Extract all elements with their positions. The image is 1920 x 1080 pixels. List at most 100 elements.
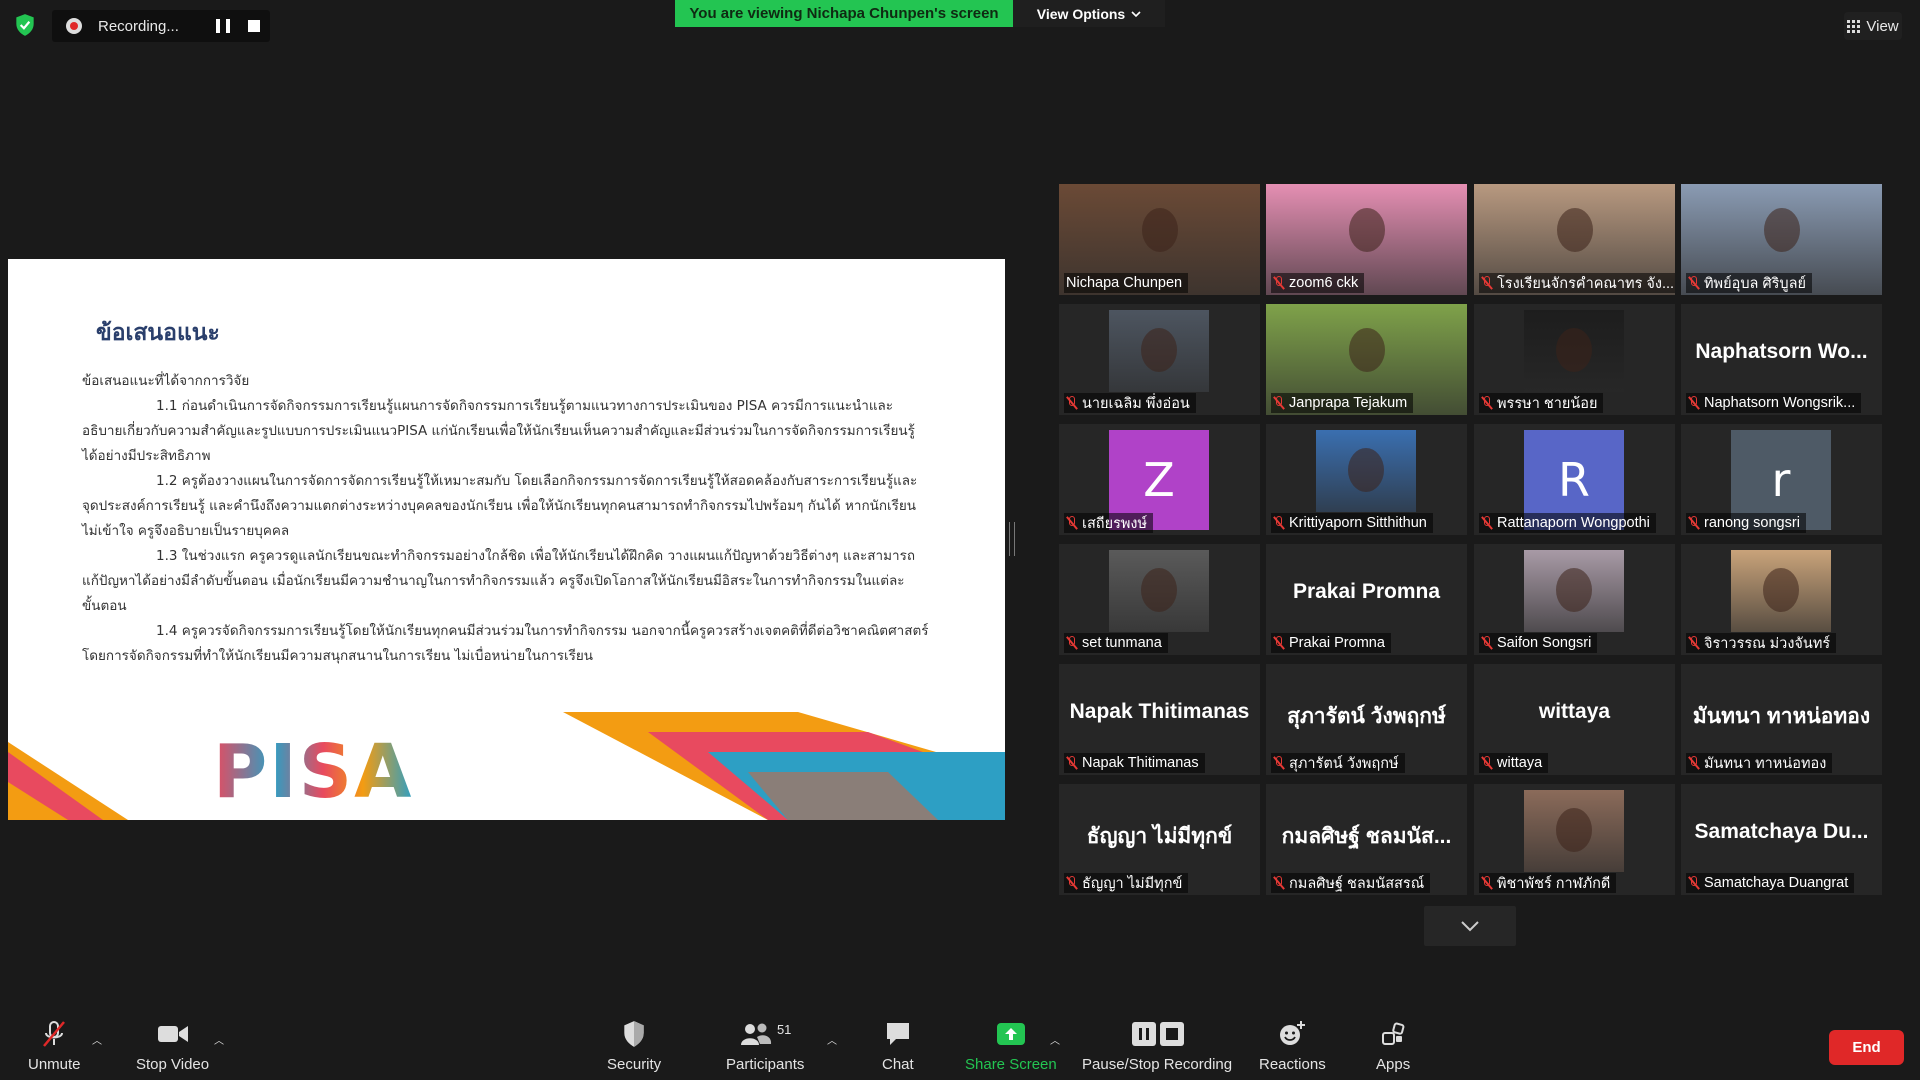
audio-options-caret-icon[interactable]: ︿ — [92, 1032, 102, 1047]
gallery-next-page-button[interactable] — [1424, 906, 1516, 946]
muted-mic-icon — [1481, 756, 1493, 770]
participant-name-label: Krittiyaporn Sitthithun — [1289, 515, 1427, 531]
participants-button[interactable]: 51 Participants — [726, 1018, 804, 1074]
participant-tile[interactable]: set tunmana — [1059, 544, 1260, 655]
encryption-shield-icon[interactable] — [12, 12, 38, 38]
share-options-caret-icon[interactable]: ︿ — [1050, 1032, 1060, 1047]
participant-display-name: สุภารัตน์ วังพฤกษ์ — [1287, 705, 1446, 728]
participant-name-tag: Janprapa Tejakum — [1271, 393, 1414, 413]
view-options-button[interactable]: View Options — [1013, 0, 1165, 27]
apps-button[interactable]: Apps — [1376, 1018, 1410, 1073]
muted-mic-icon — [1481, 396, 1493, 410]
participant-video — [1524, 310, 1624, 392]
participant-count: 51 — [776, 1021, 792, 1037]
meeting-toolbar: Unmute ︿ Stop Video ︿ Security 51 Partic… — [0, 1010, 1920, 1080]
smiley-reaction-icon — [1278, 1018, 1306, 1050]
slide-paragraph: ได้อย่างมีประสิทธิภาพ — [82, 448, 211, 464]
participant-face-placeholder — [1348, 448, 1384, 493]
pause-recording-icon[interactable] — [216, 19, 230, 33]
participant-tile[interactable]: Krittiyaporn Sitthithun — [1266, 424, 1467, 535]
participant-tile[interactable]: มันทนา ทาหน่อทอง มันทนา ทาหน่อทอง — [1681, 664, 1882, 775]
participants-options-caret-icon[interactable]: ︿ — [827, 1032, 837, 1047]
participant-face-placeholder — [1556, 208, 1593, 253]
participant-tile[interactable]: zoom6 ckk — [1266, 184, 1467, 295]
participant-name-tag: Naphatsorn Wongsrik... — [1686, 393, 1862, 413]
participant-name-tag: wittaya — [1479, 753, 1549, 773]
reactions-button[interactable]: Reactions — [1259, 1018, 1326, 1073]
participant-tile[interactable]: กมลศิษฐ์ ชลมนัส... กมลศิษฐ์ ชลมนัสสรณ์ — [1266, 784, 1467, 895]
participant-tile[interactable]: ธัญญา ไม่มีทุกข์ ธัญญา ไม่มีทุกข์ — [1059, 784, 1260, 895]
slide-paragraph: โดยการจัดกิจกรรมที่ทำให้นักเรียนมีความสน… — [82, 648, 594, 664]
participant-name-tag: ranong songsri — [1686, 513, 1806, 533]
participant-name-label: Samatchaya Duangrat — [1704, 875, 1849, 891]
participant-tile[interactable]: r ranong songsri — [1681, 424, 1882, 535]
grid-view-icon — [1847, 19, 1861, 33]
participant-name-label: นายเฉลิม พึ่งอ่อน — [1082, 395, 1190, 412]
participant-name-label: ทิพย์อุบล ศิริบูลย์ — [1704, 275, 1807, 292]
video-camera-icon — [156, 1018, 190, 1050]
security-button[interactable]: Security — [607, 1018, 661, 1073]
security-label: Security — [607, 1056, 662, 1073]
participant-tile[interactable]: Janprapa Tejakum — [1266, 304, 1467, 415]
participant-tile[interactable]: Saifon Songsri — [1474, 544, 1675, 655]
participant-tile[interactable]: พรรษา ชายน้อย — [1474, 304, 1675, 415]
reactions-label: Reactions — [1259, 1056, 1326, 1073]
view-layout-button[interactable]: View — [1844, 12, 1902, 40]
recording-indicator: Recording... — [52, 10, 270, 42]
participant-tile[interactable]: Nichapa Chunpen — [1059, 184, 1260, 295]
participant-tile[interactable]: ทิพย์อุบล ศิริบูลย์ — [1681, 184, 1882, 295]
participant-display-name: มันทนา ทาหน่อทอง — [1692, 705, 1871, 728]
participant-tile[interactable]: Napak Thitimanas Napak Thitimanas — [1059, 664, 1260, 775]
pause-stop-recording-button[interactable]: Pause/Stop Recording — [1082, 1018, 1232, 1073]
apps-label: Apps — [1376, 1056, 1411, 1073]
pause-stop-recording-icon — [1127, 1018, 1187, 1050]
participant-name-tag: Prakai Promna — [1271, 633, 1391, 653]
participant-tile[interactable]: จิราวรรณ ม่วงจันทร์ — [1681, 544, 1882, 655]
participant-name-label: Rattanaporn Wongpothi — [1497, 515, 1650, 531]
participant-face-placeholder — [1141, 568, 1177, 613]
participant-name-label: ธัญญา ไม่มีทุกข์ — [1082, 875, 1183, 892]
participant-tile[interactable]: นายเฉลิม พึ่งอ่อน — [1059, 304, 1260, 415]
panel-resize-handle[interactable] — [1009, 522, 1015, 556]
unmute-button[interactable]: Unmute — [28, 1018, 81, 1073]
muted-mic-icon — [1481, 516, 1493, 530]
participant-display-name: Naphatsorn Wo... — [1695, 340, 1868, 363]
end-meeting-button[interactable]: End — [1829, 1030, 1904, 1065]
video-options-caret-icon[interactable]: ︿ — [214, 1032, 224, 1047]
participant-name-tag: กมลศิษฐ์ ชลมนัสสรณ์ — [1271, 873, 1431, 893]
participant-name-label: Nichapa Chunpen — [1066, 275, 1183, 291]
participant-name-tag: Napak Thitimanas — [1064, 753, 1205, 773]
participant-face-placeholder — [1141, 328, 1177, 373]
slide-paragraph: 1.1 ก่อนดำเนินการจัดกิจกรรมการเรียนรู้แผ… — [156, 398, 894, 414]
slide-body: ข้อเสนอแนะที่ได้จากการวิจัย 1.1 ก่อนดำเน… — [82, 369, 952, 669]
participant-tile[interactable]: R Rattanaporn Wongpothi — [1474, 424, 1675, 535]
pisa-logo-text: PISA — [213, 729, 414, 815]
chat-button[interactable]: Chat — [882, 1018, 914, 1073]
stop-recording-icon[interactable] — [248, 20, 260, 32]
participant-tile[interactable]: Prakai Promna Prakai Promna — [1266, 544, 1467, 655]
participant-tile[interactable]: โรงเรียนจักรคำคณาทร จัง... — [1474, 184, 1675, 295]
stop-video-button[interactable]: Stop Video — [136, 1018, 209, 1073]
viewing-screen-banner: You are viewing Nichapa Chunpen's screen — [675, 0, 1013, 27]
participant-tile[interactable]: พิชาพัชร์ กาฬภักดี — [1474, 784, 1675, 895]
participant-name-tag: set tunmana — [1064, 633, 1168, 653]
participant-display-name: wittaya — [1538, 700, 1611, 723]
muted-mic-icon — [1273, 636, 1285, 650]
participant-tile[interactable]: Samatchaya Du... Samatchaya Duangrat — [1681, 784, 1882, 895]
chat-label: Chat — [882, 1056, 914, 1073]
participant-tile[interactable]: wittaya wittaya — [1474, 664, 1675, 775]
participant-tile[interactable]: Z เสถียรพงษ์ — [1059, 424, 1260, 535]
participant-tile[interactable]: Naphatsorn Wo... Naphatsorn Wongsrik... — [1681, 304, 1882, 415]
slide-paragraph: 1.4 ครูควรจัดกิจกรรมการเรียนรู้โดยให้นัก… — [156, 623, 929, 639]
slide-paragraph: ขั้นตอน — [82, 598, 127, 614]
unmute-label: Unmute — [28, 1056, 81, 1073]
share-screen-button[interactable]: Share Screen — [965, 1018, 1057, 1073]
participant-video — [1524, 790, 1624, 872]
muted-mic-icon — [1066, 636, 1078, 650]
slide-paragraph: 1.3 ในช่วงแรก ครูควรดูแลนักเรียนขณะทำกิจ… — [156, 548, 915, 564]
participant-name-label: Saifon Songsri — [1497, 635, 1592, 651]
slide-paragraph: อธิบายเกี่ยวกับความสำคัญและรูปแบบการประเ… — [82, 423, 915, 439]
participant-name-label: พรรษา ชายน้อย — [1497, 395, 1598, 412]
participant-tile[interactable]: สุภารัตน์ วังพฤกษ์ สุภารัตน์ วังพฤกษ์ — [1266, 664, 1467, 775]
muted-mic-icon — [1066, 396, 1078, 410]
